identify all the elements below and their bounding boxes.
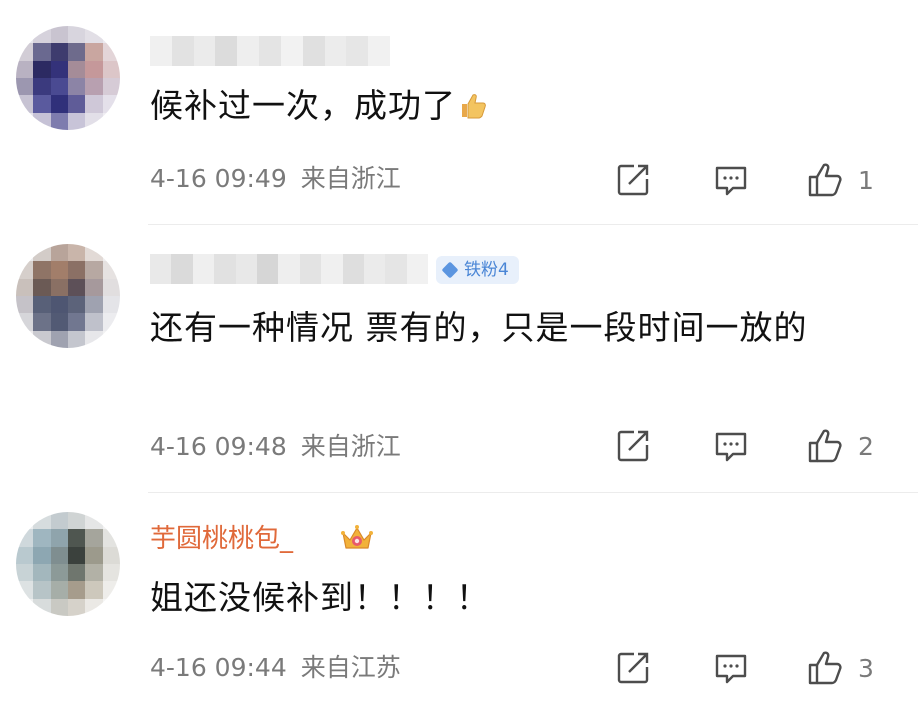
comment-text: 还有一种情况 票有的，只是一段时间一放的 — [150, 308, 808, 347]
thumbs-up-icon — [808, 163, 842, 197]
share-icon — [617, 430, 649, 462]
username-blurred[interactable] — [150, 36, 390, 66]
thumbs-up-icon — [808, 429, 842, 463]
comment-item: 芋圆桃桃包_ 姐还没候补到！！！！ 4-16 09:44 来自江苏 3 — [0, 494, 918, 706]
comment-text: 姐还没候补到！！！！ — [150, 578, 490, 617]
reply-button[interactable] — [712, 648, 750, 688]
comment-item: 候补过一次，成功了 4-16 09:49 来自浙江 1 — [0, 0, 918, 226]
diamond-icon — [441, 261, 459, 279]
like-button[interactable]: 2 — [806, 426, 874, 466]
share-icon — [617, 652, 649, 684]
reply-button[interactable] — [712, 160, 750, 200]
comment-icon — [715, 166, 747, 196]
comment-text: 候补过一次，成功了 — [150, 80, 870, 132]
comment-item: 铁粉4 还有一种情况 票有的，只是一段时间一放的 4-16 09:48 来自浙江 … — [0, 226, 918, 494]
like-button[interactable]: 1 — [806, 160, 874, 200]
share-button[interactable] — [614, 648, 652, 688]
crown-badge-icon — [340, 522, 374, 554]
avatar[interactable] — [16, 244, 120, 348]
like-count: 1 — [858, 165, 874, 195]
comment-icon — [715, 654, 747, 684]
divider — [148, 492, 918, 493]
share-icon — [617, 164, 649, 196]
avatar[interactable] — [16, 512, 120, 616]
share-button[interactable] — [614, 160, 652, 200]
comment-actions: 1 — [0, 160, 918, 200]
like-count: 3 — [858, 653, 874, 683]
avatar[interactable] — [16, 26, 120, 130]
username-blurred[interactable] — [150, 254, 428, 284]
username[interactable]: 芋圆桃桃包_ — [150, 522, 293, 556]
thumbs-up-emoji-icon — [458, 84, 488, 119]
reply-button[interactable] — [712, 426, 750, 466]
share-button[interactable] — [614, 426, 652, 466]
comment-icon — [715, 432, 747, 462]
comment-actions: 2 — [0, 426, 918, 466]
divider — [148, 224, 918, 225]
like-button[interactable]: 3 — [806, 648, 874, 688]
like-count: 2 — [858, 431, 874, 461]
comment-actions: 3 — [0, 648, 918, 688]
fan-level-badge[interactable]: 铁粉4 — [436, 256, 519, 284]
thumbs-up-icon — [808, 651, 842, 685]
